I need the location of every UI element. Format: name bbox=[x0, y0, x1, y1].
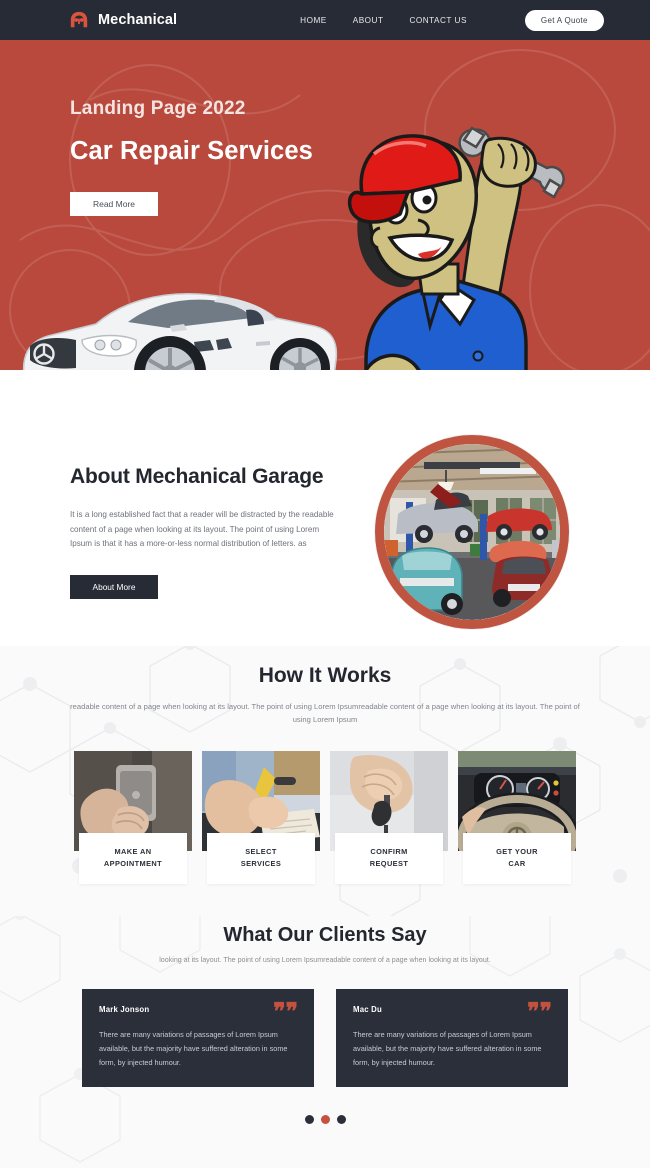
read-more-button[interactable]: Read More bbox=[70, 192, 158, 216]
testimonial-author: Mark Jonson bbox=[99, 1005, 150, 1014]
testimonial-card: Mac Du ❞❞ There are many variations of p… bbox=[336, 989, 568, 1087]
hero-section: Landing Page 2022 Car Repair Services Re… bbox=[0, 40, 650, 370]
nav-link-contact-us[interactable]: CONTACT US bbox=[409, 16, 466, 25]
cartoon-mechanic-image bbox=[347, 126, 565, 370]
about-body-text: It is a long established fact that a rea… bbox=[70, 510, 334, 549]
site-navbar: Mechanical HOME ABOUT CONTACT US Get A Q… bbox=[0, 0, 650, 40]
brand-logo-group[interactable]: Mechanical bbox=[68, 10, 177, 30]
nav-links: HOME ABOUT CONTACT US bbox=[300, 16, 467, 25]
step-card-get-your-car[interactable]: GET YOUR CAR bbox=[458, 750, 576, 884]
hero-kicker: Landing Page 2022 bbox=[70, 98, 246, 119]
quote-icon: ❞❞ bbox=[527, 999, 552, 1024]
how-it-works-content: How It Works readable content of a page … bbox=[0, 646, 650, 884]
about-title: About Mechanical Garage bbox=[70, 465, 324, 488]
testimonial-text: There are many variations of passages of… bbox=[353, 1030, 542, 1068]
step-card-make-an-appointment[interactable]: MAKE AN APPOINTMENT bbox=[74, 750, 192, 884]
about-copy: About Mechanical Garage It is a long est… bbox=[70, 465, 370, 600]
carousel-dot-1[interactable] bbox=[304, 1115, 314, 1124]
testimonials-title: What Our Clients Say bbox=[223, 924, 427, 946]
step-cards: MAKE AN APPOINTMENT SELECT SERVICES CONF… bbox=[0, 750, 650, 884]
carousel-dot-2[interactable] bbox=[320, 1115, 330, 1124]
car-logo-icon bbox=[68, 10, 90, 30]
testimonial-text: There are many variations of passages of… bbox=[99, 1030, 288, 1068]
about-more-button[interactable]: About More bbox=[70, 575, 158, 600]
how-it-works-title: How It Works bbox=[258, 664, 392, 687]
step-label: CONFIRM REQUEST bbox=[335, 832, 443, 884]
landing-page: Mechanical HOME ABOUT CONTACT US Get A Q… bbox=[0, 0, 650, 1168]
step-card-confirm-request[interactable]: CONFIRM REQUEST bbox=[330, 750, 448, 884]
get-a-quote-button[interactable]: Get A Quote bbox=[524, 9, 604, 31]
step-card-select-services[interactable]: SELECT SERVICES bbox=[202, 750, 320, 884]
hero-copy: Landing Page 2022 Car Repair Services Re… bbox=[70, 98, 313, 216]
nav-link-home[interactable]: HOME bbox=[300, 16, 327, 25]
testimonials-section: What Our Clients Say looking at its layo… bbox=[0, 916, 650, 1168]
carousel-dots bbox=[0, 1115, 650, 1124]
garage-photo-frame bbox=[375, 435, 569, 629]
brand-name: Mechanical bbox=[98, 12, 178, 28]
testimonial-author: Mac Du bbox=[353, 1005, 382, 1014]
testimonial-card: Mark Jonson ❞❞ There are many variations… bbox=[82, 989, 314, 1087]
hero-title: Car Repair Services bbox=[70, 137, 313, 165]
nav-link-about[interactable]: ABOUT bbox=[353, 16, 384, 25]
carousel-dot-3[interactable] bbox=[336, 1115, 346, 1124]
garage-interior-image bbox=[384, 444, 560, 620]
testimonials-content: What Our Clients Say looking at its layo… bbox=[0, 916, 650, 1124]
how-it-works-subtitle: readable content of a page when looking … bbox=[70, 702, 580, 725]
quote-icon: ❞❞ bbox=[273, 999, 298, 1024]
step-label: SELECT SERVICES bbox=[207, 832, 315, 884]
how-it-works-section: How It Works readable content of a page … bbox=[0, 646, 650, 916]
white-car-image bbox=[22, 292, 338, 370]
step-label: GET YOUR CAR bbox=[463, 832, 571, 884]
testimonial-cards: Mark Jonson ❞❞ There are many variations… bbox=[0, 989, 650, 1087]
step-label: MAKE AN APPOINTMENT bbox=[79, 832, 187, 884]
testimonials-subtitle: looking at its layout. The point of usin… bbox=[159, 956, 491, 964]
